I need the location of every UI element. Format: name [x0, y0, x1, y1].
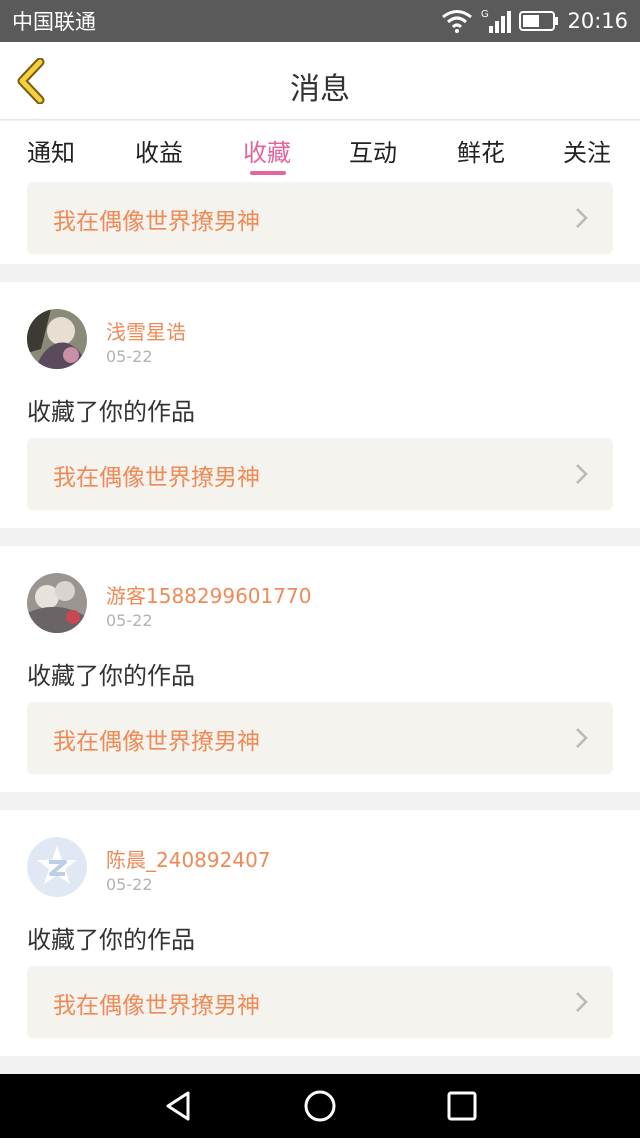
message-text: 收藏了你的作品	[27, 926, 195, 954]
qq-default-avatar-icon	[27, 837, 87, 897]
signal-icon: G	[481, 9, 512, 33]
username[interactable]: 陈晨_240892407	[106, 844, 271, 873]
wifi-icon	[442, 10, 473, 33]
avatar[interactable]	[27, 573, 87, 633]
status-icons: G 20:16	[441, 8, 628, 34]
avatar-image	[27, 309, 87, 369]
tab-following[interactable]: 关注	[547, 133, 627, 168]
tab-notifications[interactable]: 通知	[11, 133, 91, 168]
tab-favorites[interactable]: 收藏	[227, 133, 307, 168]
system-nav-bar	[0, 1074, 640, 1138]
battery-icon	[519, 11, 559, 31]
message-list[interactable]: 我在偶像世界撩男神 浅雪星诰 05-22 收藏了你的作品 我在偶像世界撩男神 游…	[0, 181, 640, 1074]
avatar[interactable]	[27, 309, 87, 369]
page-title: 消息	[290, 72, 350, 107]
list-item: 我在偶像世界撩男神	[0, 181, 640, 264]
avatar-image	[27, 573, 87, 633]
chevron-right-icon	[576, 992, 588, 1012]
list-item: 游客1588299601770 05-22 收藏了你的作品 我在偶像世界撩男神	[0, 546, 640, 792]
chevron-right-icon	[576, 464, 588, 484]
work-link[interactable]: 我在偶像世界撩男神	[27, 438, 613, 510]
work-title: 我在偶像世界撩男神	[53, 993, 260, 1019]
username[interactable]: 浅雪星诰	[106, 316, 186, 345]
work-title: 我在偶像世界撩男神	[53, 465, 260, 491]
timestamp: 05-22	[106, 611, 153, 630]
work-title: 我在偶像世界撩男神	[53, 729, 260, 755]
timestamp: 05-22	[106, 347, 153, 366]
recents-square-icon[interactable]	[444, 1088, 480, 1124]
message-text: 收藏了你的作品	[27, 662, 195, 690]
chevron-right-icon	[576, 208, 588, 228]
active-tab-indicator	[250, 171, 286, 175]
network-type: G	[481, 9, 489, 20]
status-bar: 中国联通 G 20:16	[0, 0, 640, 42]
chevron-right-icon	[576, 728, 588, 748]
clock: 20:16	[567, 9, 628, 33]
work-link[interactable]: 我在偶像世界撩男神	[27, 966, 613, 1038]
avatar[interactable]	[27, 837, 87, 897]
work-link[interactable]: 我在偶像世界撩男神	[27, 182, 613, 254]
carrier-name: 中国联通	[12, 10, 96, 34]
back-triangle-icon[interactable]	[160, 1088, 196, 1124]
work-link[interactable]: 我在偶像世界撩男神	[27, 702, 613, 774]
username[interactable]: 游客1588299601770	[106, 580, 311, 609]
app-header: 消息	[0, 42, 640, 120]
work-title: 我在偶像世界撩男神	[53, 209, 260, 235]
timestamp: 05-22	[106, 875, 153, 894]
tab-bar: 通知 收益 收藏 互动 鲜花 关注	[0, 121, 640, 181]
tab-interactions[interactable]: 互动	[333, 133, 413, 168]
home-circle-icon[interactable]	[302, 1088, 338, 1124]
tab-earnings[interactable]: 收益	[119, 133, 199, 168]
tab-flowers[interactable]: 鲜花	[441, 133, 521, 168]
list-item: 浅雪星诰 05-22 收藏了你的作品 我在偶像世界撩男神	[0, 282, 640, 528]
message-text: 收藏了你的作品	[27, 398, 195, 426]
list-item: 陈晨_240892407 05-22 收藏了你的作品 我在偶像世界撩男神	[0, 810, 640, 1056]
